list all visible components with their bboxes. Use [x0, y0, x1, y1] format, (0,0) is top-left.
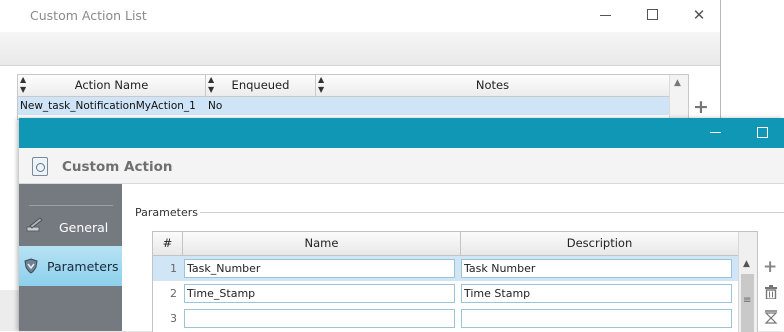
column-header-notes[interactable]: ▲ ▼ Notes [316, 75, 669, 96]
maximize-button[interactable] [757, 127, 768, 138]
grip-icon: ≡ [743, 295, 752, 306]
sidebar-divider [29, 205, 113, 206]
cell-notes [316, 97, 669, 115]
parameter-description-input[interactable]: Time Stamp [461, 284, 732, 303]
vertical-scrollbar[interactable]: ▲ ≡ [738, 232, 757, 332]
minimize-button[interactable] [596, 6, 614, 24]
parameter-description-input[interactable]: Task Number [461, 259, 732, 278]
sort-icon: ▲ ▼ [208, 75, 215, 94]
dialog-header: Custom Action [19, 148, 784, 184]
cell-enqueued: No [208, 100, 223, 112]
shield-icon [24, 258, 38, 274]
table-row[interactable]: 2 Time_Stamp Time Stamp [153, 281, 738, 306]
parameter-name-input[interactable]: Task_Number [184, 259, 455, 278]
sidebar: General Parameters [19, 184, 122, 331]
toolbar-band [0, 32, 720, 66]
table-row[interactable]: 3 [153, 306, 738, 331]
window-title: Custom Action List [30, 8, 147, 23]
add-action-button[interactable]: + [693, 96, 709, 118]
column-header-number[interactable]: # [153, 232, 183, 255]
pencil-icon [26, 217, 43, 232]
parameters-grid: # Name Description 1 Task_Number Task Nu… [152, 231, 758, 332]
clear-icon[interactable] [764, 310, 778, 324]
section-divider [200, 212, 784, 213]
action-list-grid: ▲ ▼ Action Name ▲ ▼ Enqueued ▲ ▼ Notes New_… [17, 74, 689, 120]
sidebar-item-parameters[interactable]: Parameters [19, 246, 122, 286]
scroll-up-icon[interactable]: ▲ [743, 259, 750, 269]
column-header-name[interactable]: Name [183, 232, 461, 255]
minimize-icon [600, 15, 611, 16]
maximize-icon [647, 9, 658, 20]
scroll-up-icon[interactable]: ▲ [674, 78, 681, 88]
document-icon [32, 157, 48, 176]
section-label-parameters: Parameters [135, 206, 198, 219]
sidebar-item-label: General [59, 220, 109, 235]
vertical-scrollbar[interactable]: ▲ [669, 75, 688, 119]
sort-icon: ▲ ▼ [318, 75, 325, 94]
maximize-button[interactable] [643, 6, 661, 24]
trash-icon[interactable] [764, 285, 778, 299]
add-parameter-button[interactable]: + [763, 257, 777, 277]
dialog-heading: Custom Action [62, 159, 173, 175]
row-number: 2 [170, 287, 177, 300]
grid-header: # Name Description [153, 232, 738, 256]
column-header-enqueued[interactable]: ▲ ▼ Enqueued [206, 75, 316, 96]
row-number: 3 [170, 312, 177, 325]
sidebar-item-label: Parameters [47, 259, 119, 274]
close-button[interactable]: ✕ [690, 6, 708, 24]
minimize-button[interactable] [710, 132, 721, 133]
title-bar: Custom Action List ✕ [0, 0, 720, 31]
title-bar [19, 118, 784, 148]
table-row[interactable]: New_task_NotificationMyAction_1 No [18, 97, 669, 115]
row-number: 1 [170, 262, 177, 275]
column-header-action-name[interactable]: ▲ ▼ Action Name [18, 75, 206, 96]
table-row[interactable]: 1 Task_Number Task Number [153, 256, 738, 281]
cell-action-name: New_task_NotificationMyAction_1 [20, 100, 196, 112]
sort-icon: ▲ ▼ [20, 75, 27, 94]
parameter-name-input[interactable] [184, 309, 455, 328]
parameter-description-input[interactable] [461, 309, 732, 328]
grid-header: ▲ ▼ Action Name ▲ ▼ Enqueued ▲ ▼ Notes [18, 75, 669, 97]
column-header-description[interactable]: Description [461, 232, 738, 255]
custom-action-dialog: Custom Action General Parameters Paramet… [19, 118, 784, 332]
close-icon: ✕ [692, 6, 706, 24]
sidebar-item-general[interactable]: General [19, 207, 122, 247]
parameter-name-input[interactable]: Time_Stamp [184, 284, 455, 303]
